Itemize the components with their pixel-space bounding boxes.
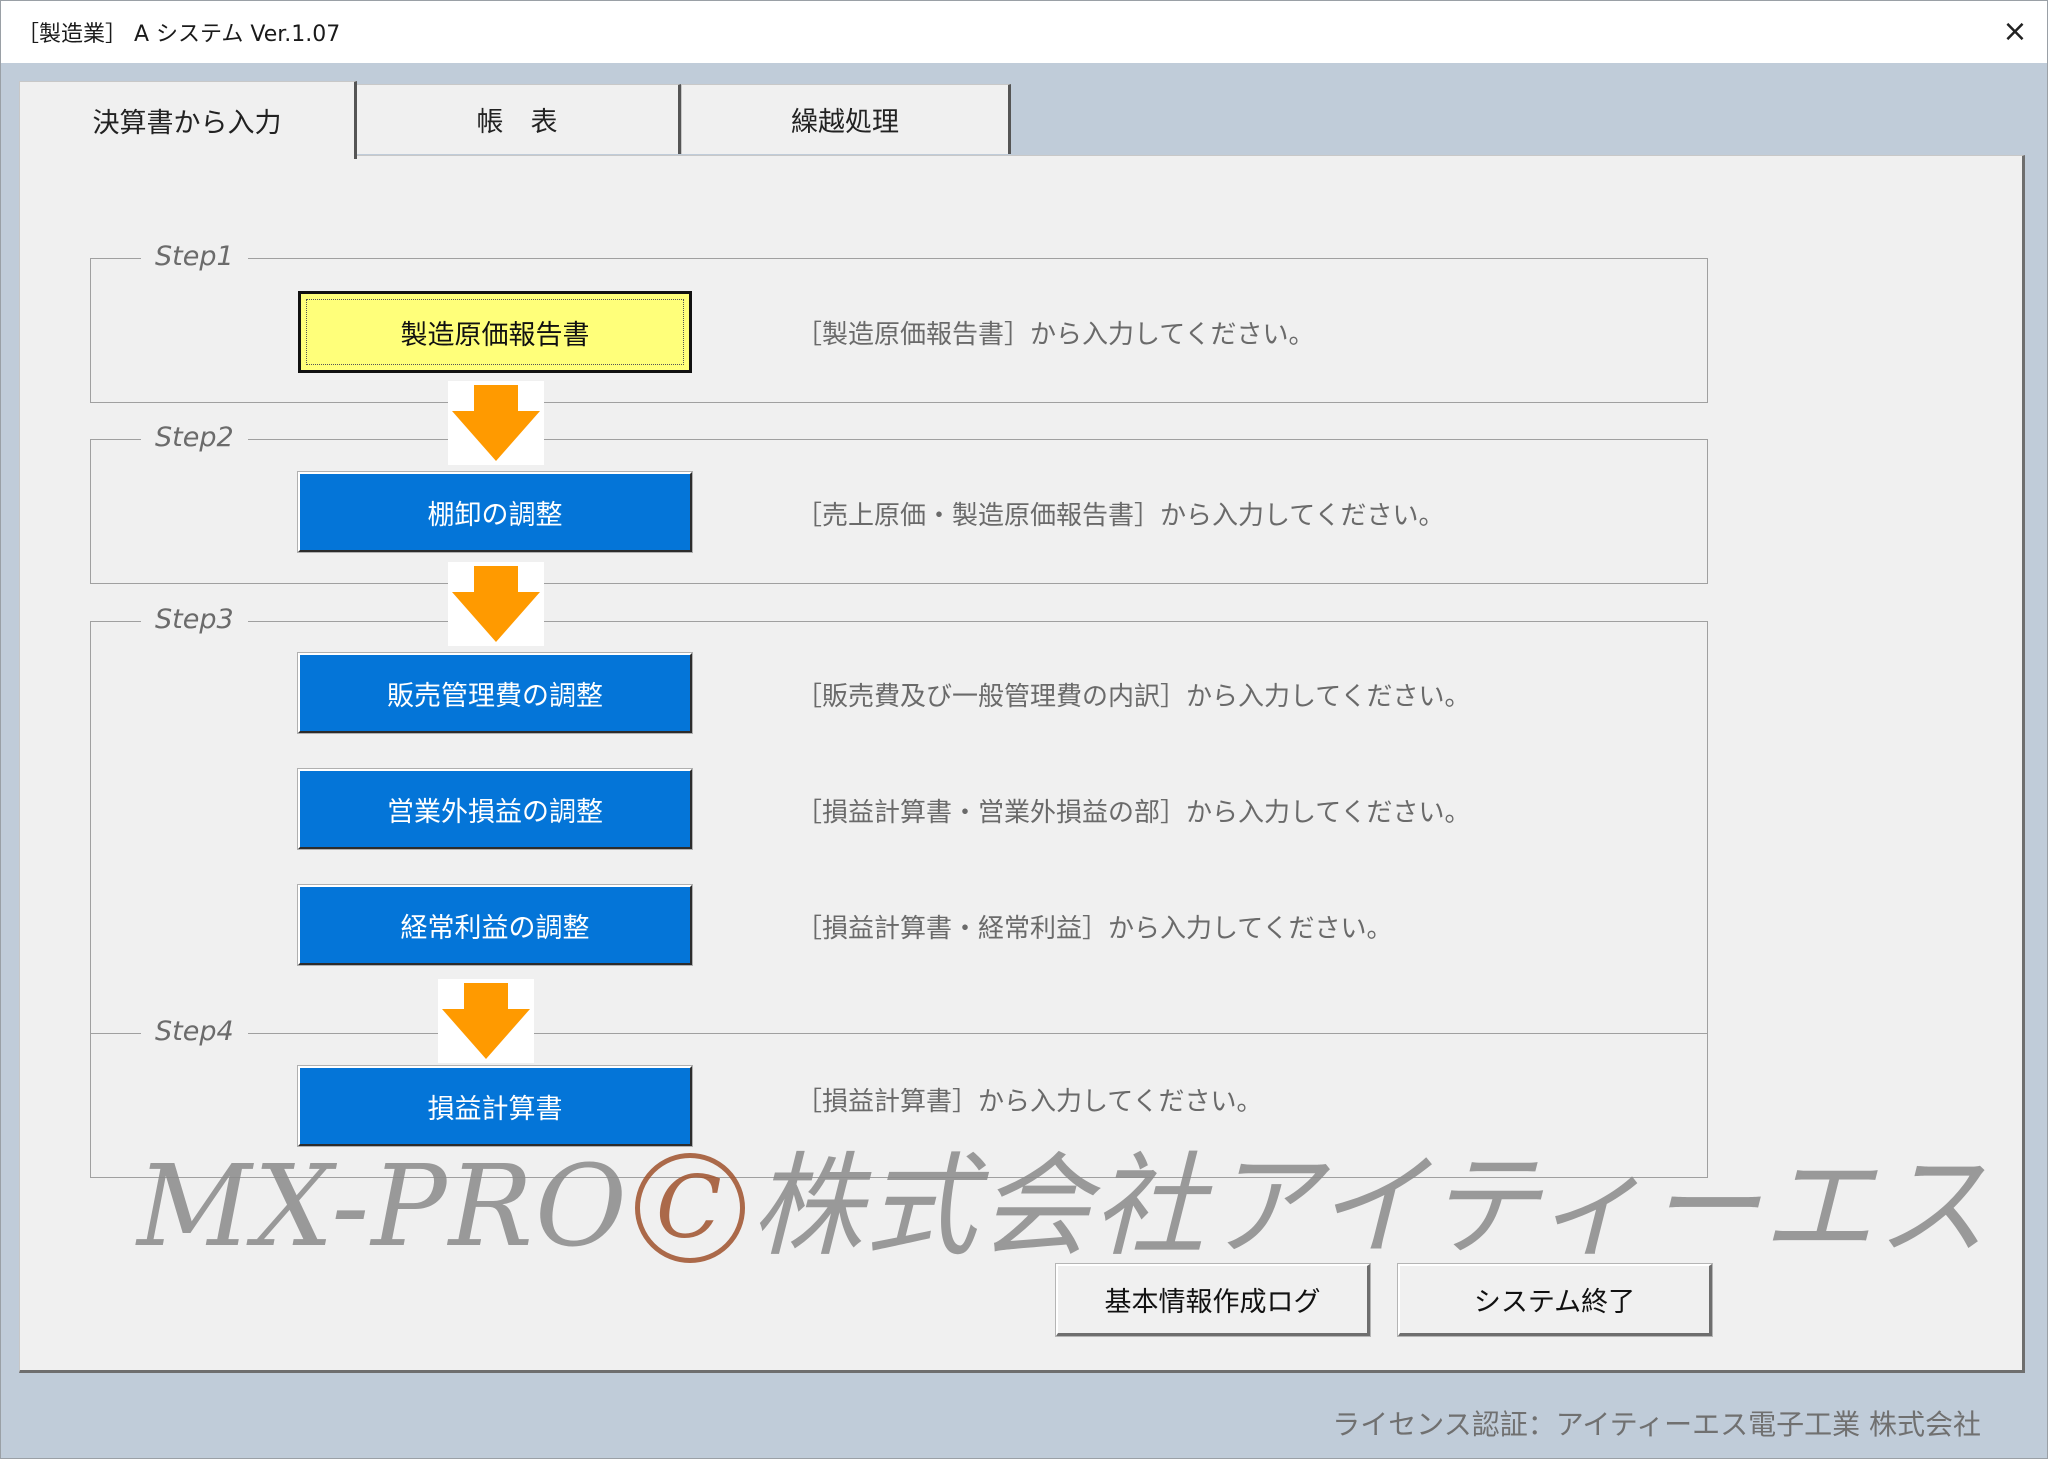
tab-input-from-statements[interactable]: 決算書から入力	[19, 81, 357, 159]
tab-reports[interactable]: 帳 表	[355, 84, 681, 154]
inventory-adjustment-button[interactable]: 棚卸の調整	[297, 471, 693, 553]
button-label: 製造原価報告書	[400, 319, 590, 351]
app-window: ［製造業］ A システム Ver.1.07 × 決算書から入力 帳 表 繰越処理…	[0, 0, 2048, 1459]
tab-label: 帳 表	[476, 107, 558, 138]
down-arrow-icon	[448, 381, 544, 465]
step2-hint: ［売上原価・製造原価報告書］から入力してください。	[796, 501, 1445, 531]
step3-sga-hint: ［販売費及び一般管理費の内訳］から入力してください。	[796, 682, 1471, 712]
button-label: 棚卸の調整	[427, 499, 563, 531]
down-arrow-icon	[448, 562, 544, 646]
window-title: ［製造業］ A システム Ver.1.07	[17, 22, 341, 47]
step4-hint: ［損益計算書］から入力してください。	[796, 1087, 1263, 1117]
step-label: Step2	[141, 422, 248, 453]
manufacturing-cost-report-button[interactable]: 製造原価報告書	[298, 291, 692, 373]
step-label: Step4	[141, 1016, 248, 1047]
button-label: 基本情報作成ログ	[1104, 1287, 1321, 1318]
button-label: 経常利益の調整	[400, 912, 590, 944]
watermark-brand: MX-PRO	[137, 1142, 629, 1272]
non-operating-adjustment-button[interactable]: 営業外損益の調整	[297, 768, 693, 850]
tab-label: 決算書から入力	[92, 108, 282, 139]
sga-adjustment-button[interactable]: 販売管理費の調整	[297, 652, 693, 734]
step-label: Step3	[141, 604, 248, 635]
button-label: システム終了	[1473, 1287, 1636, 1318]
down-arrow-icon	[438, 979, 534, 1063]
step-label: Step1	[141, 241, 248, 272]
step3-ordinary-profit-hint: ［損益計算書・経常利益］から入力してください。	[796, 914, 1393, 944]
tab-label: 繰越処理	[791, 107, 899, 138]
step3-non-operating-hint: ［損益計算書・営業外損益の部］から入力してください。	[796, 798, 1471, 828]
license-text: ライセンス認証：アイティーエス電子工業 株式会社	[1332, 1408, 1981, 1441]
ordinary-profit-adjustment-button[interactable]: 経常利益の調整	[297, 884, 693, 966]
watermark-company: 株式会社アイティーエス	[750, 1142, 1991, 1272]
close-icon: ×	[2002, 14, 2028, 49]
button-label: 販売管理費の調整	[387, 680, 603, 712]
close-button[interactable]: ×	[1983, 1, 2047, 63]
button-label: 営業外損益の調整	[387, 796, 603, 828]
copyright-icon: C	[634, 1153, 745, 1263]
watermark: MX-PRO C 株式会社アイティーエス	[137, 1116, 1990, 1278]
tab-carryover[interactable]: 繰越処理	[681, 84, 1011, 154]
title-bar: ［製造業］ A システム Ver.1.07 ×	[1, 1, 2047, 63]
step1-hint: ［製造原価報告書］から入力してください。	[796, 320, 1315, 350]
